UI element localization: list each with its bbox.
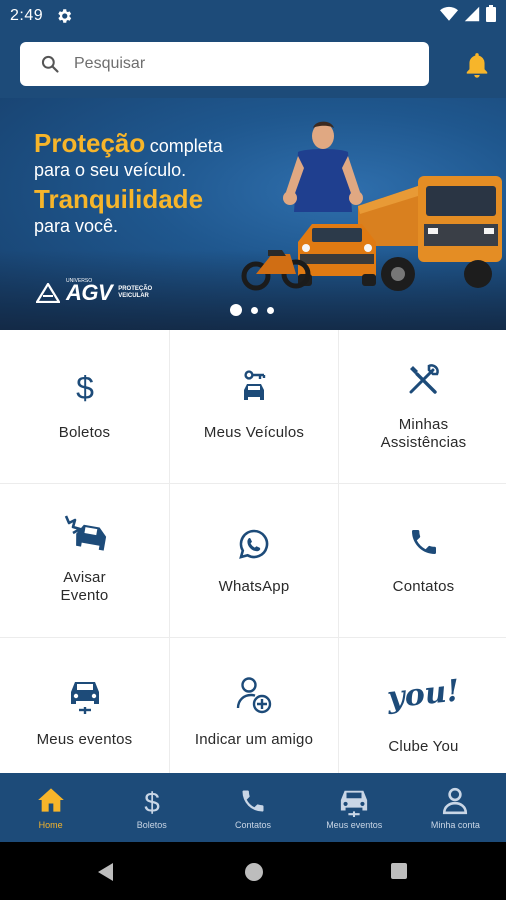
menu-label: Clube You — [388, 738, 459, 755]
banner-line-1: Proteção completa — [34, 128, 223, 159]
svg-text:$: $ — [76, 370, 94, 404]
search-icon — [40, 54, 60, 74]
menu-clube-you[interactable]: you! Clube You — [339, 638, 506, 775]
app-root: 2:49 Pesquisar Proteção completa para o … — [0, 0, 506, 900]
menu-minhas-assistencias[interactable]: Minhas Assistências — [339, 330, 506, 483]
brand-name: AGV — [66, 280, 113, 305]
banner-illustration — [241, 121, 502, 291]
banner-highlight-1: Proteção — [34, 128, 146, 158]
menu-label: WhatsApp — [218, 578, 290, 595]
car-crash-icon — [60, 514, 110, 554]
home-circle-icon[interactable] — [244, 862, 264, 887]
nav-label: Contatos — [234, 820, 272, 830]
menu-label: Evento — [60, 587, 109, 604]
system-navigation-bar — [0, 842, 506, 900]
banner-highlight-2: Tranquilidade — [34, 184, 204, 214]
car-event-icon — [339, 787, 369, 817]
menu-grid: $ Boletos Meus Veículos Minhas Assistênc… — [0, 330, 506, 775]
back-icon[interactable] — [96, 862, 114, 887]
whatsapp-icon — [238, 528, 270, 560]
battery-icon — [486, 5, 496, 27]
menu-label: Avisar — [63, 569, 106, 586]
agv-logo: AGV PROTEÇÃO VEICULAR — [36, 280, 152, 306]
recents-icon[interactable] — [390, 862, 408, 885]
dollar-icon: $ — [73, 370, 97, 404]
gear-icon — [55, 7, 73, 25]
phone-icon — [238, 787, 268, 815]
car-event-icon — [69, 676, 101, 716]
menu-indicar-amigo[interactable]: Indicar um amigo — [170, 638, 338, 775]
banner-line-2: para o seu veículo. — [34, 160, 187, 180]
menu-meus-eventos[interactable]: Meus eventos — [0, 638, 169, 775]
nav-contatos[interactable]: Contatos — [202, 773, 303, 842]
brand-subtitle: PROTEÇÃO VEICULAR — [118, 286, 153, 299]
home-icon — [36, 787, 66, 815]
menu-label: Assistências — [380, 434, 467, 451]
bottom-navigation: Home $ Boletos Contatos Meus eventos Min… — [0, 773, 506, 842]
tools-icon — [407, 362, 441, 396]
nav-boletos[interactable]: $ Boletos — [101, 773, 202, 842]
status-time: 2:49 — [10, 7, 44, 24]
nav-label: Boletos — [136, 820, 167, 830]
menu-contatos[interactable]: Contatos — [339, 484, 506, 637]
carousel-dots — [230, 304, 274, 316]
nav-home[interactable]: Home — [0, 773, 101, 842]
banner-line-4: para você. — [34, 216, 119, 236]
clube-you-logo: you! — [386, 670, 462, 716]
phone-icon — [408, 526, 440, 558]
bell-icon[interactable] — [464, 51, 490, 79]
promo-banner[interactable]: Proteção completa para o seu veículo. Tr… — [0, 98, 506, 330]
dollar-icon: $ — [137, 787, 167, 815]
agv-emblem-icon — [36, 283, 60, 303]
carousel-dot[interactable] — [230, 304, 242, 316]
nav-label: Meus eventos — [326, 820, 383, 830]
banner-text-1: completa — [149, 136, 223, 156]
person-icon — [440, 787, 470, 815]
carousel-dot[interactable] — [267, 306, 274, 314]
status-bar: 2:49 — [0, 0, 506, 32]
wifi-icon — [440, 6, 458, 27]
car-key-icon — [240, 370, 268, 404]
carousel-dot[interactable] — [251, 306, 258, 314]
signal-icon — [464, 6, 480, 27]
status-indicators — [440, 5, 496, 27]
menu-label: Meus Veículos — [203, 424, 305, 441]
search-input[interactable] — [74, 55, 394, 73]
menu-label: Minhas — [398, 416, 449, 433]
menu-whatsapp[interactable]: WhatsApp — [170, 484, 338, 637]
menu-boletos[interactable]: $ Boletos — [0, 330, 169, 483]
search-bar[interactable] — [20, 42, 429, 86]
menu-label: Contatos — [392, 578, 455, 595]
menu-label: Boletos — [58, 424, 111, 441]
menu-label: Indicar um amigo — [194, 731, 314, 748]
add-friend-icon — [236, 676, 272, 714]
nav-meus-eventos[interactable]: Meus eventos — [304, 773, 405, 842]
nav-label: Minha conta — [430, 820, 480, 830]
menu-avisar-evento[interactable]: Avisar Evento — [0, 484, 169, 637]
menu-meus-veiculos[interactable]: Meus Veículos — [170, 330, 338, 483]
menu-label: Meus eventos — [36, 731, 133, 748]
nav-label: Home — [38, 820, 63, 830]
nav-minha-conta[interactable]: Minha conta — [405, 773, 506, 842]
clube-you-logo-text: you! — [386, 673, 461, 715]
header — [0, 32, 506, 98]
svg-text:$: $ — [144, 787, 160, 815]
